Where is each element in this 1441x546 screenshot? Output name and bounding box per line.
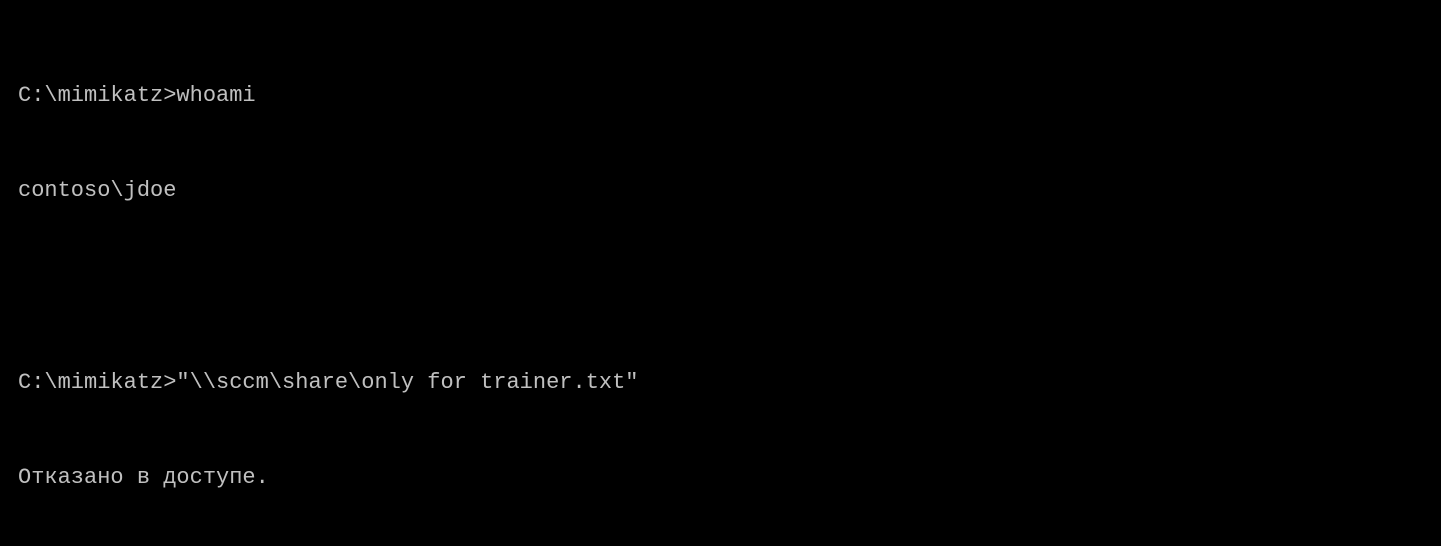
output-access-denied: Отказано в доступе. xyxy=(18,462,1423,494)
output-whoami: contoso\jdoe xyxy=(18,175,1423,207)
cmd-whoami: C:\mimikatz>whoami xyxy=(18,80,1423,112)
cmd-share-access: C:\mimikatz>"\\sccm\share\only for train… xyxy=(18,367,1423,399)
blank-line-1 xyxy=(18,271,1423,303)
terminal-window: C:\mimikatz>whoami contoso\jdoe C:\mimik… xyxy=(0,0,1441,546)
